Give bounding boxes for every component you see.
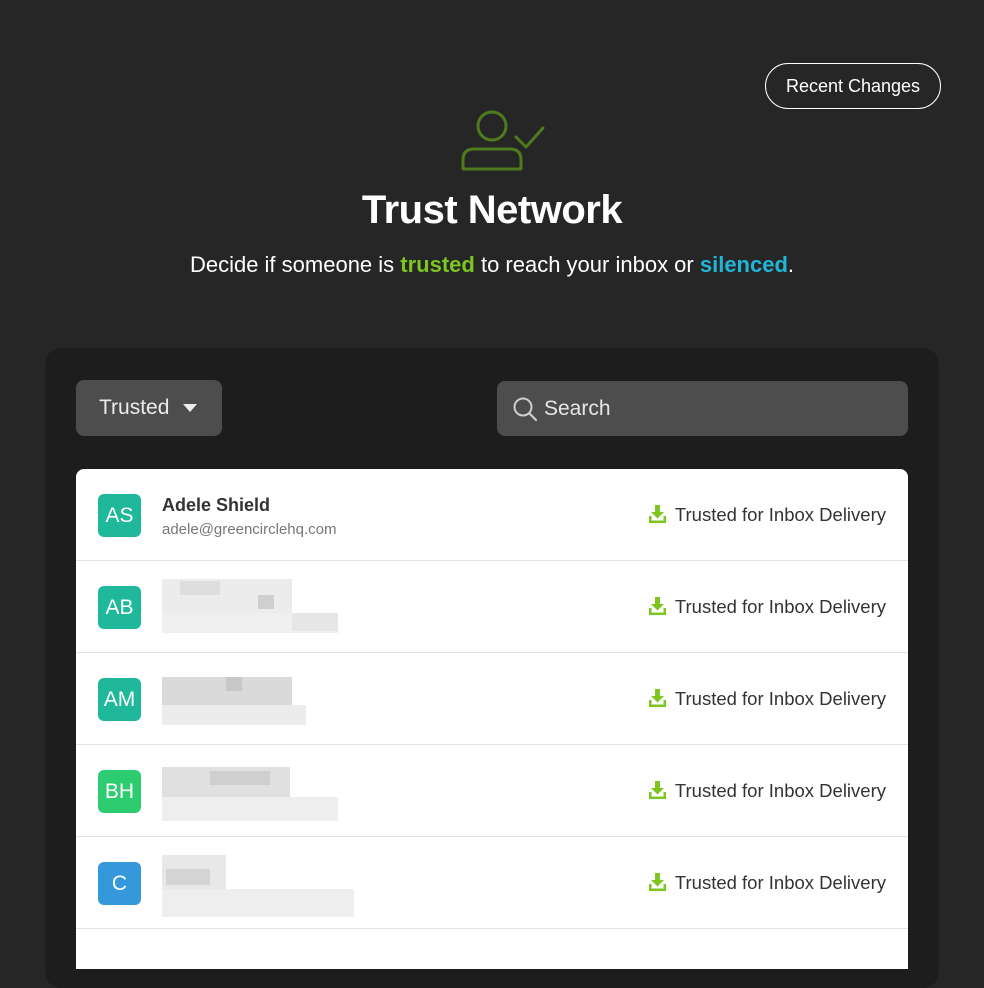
contact-row[interactable] [76, 929, 908, 969]
trust-status-label: Trusted for Inbox Delivery [674, 871, 886, 893]
avatar: C [98, 862, 141, 905]
page-subtitle: Decide if someone is trusted to reach yo… [189, 252, 795, 277]
avatar: AB [98, 586, 141, 629]
contact-row[interactable]: BH Trusted for Inbox Delivery [76, 745, 908, 837]
contact-name: Adele Shield [162, 495, 271, 515]
silenced-keyword: silenced [699, 252, 788, 277]
contact-list: AS Adele Shield adele@greencirclehq.com … [76, 469, 908, 969]
page-title: Trust Network [361, 188, 623, 232]
recent-changes-button[interactable]: Recent Changes [765, 63, 941, 109]
contact-row[interactable]: AB Trusted for Inbox Delivery [76, 561, 908, 653]
trust-status-label: Trusted for Inbox Delivery [674, 779, 886, 801]
trust-status-label: Trusted for Inbox Delivery [674, 503, 886, 525]
search-box[interactable] [497, 381, 908, 436]
search-icon [513, 397, 538, 421]
contact-row[interactable]: AM Trusted for Inbox Delivery [76, 653, 908, 745]
trust-status[interactable]: Trusted for Inbox Delivery [648, 561, 886, 652]
inbox-download-icon [648, 505, 666, 523]
search-input[interactable] [542, 395, 886, 422]
trust-status[interactable]: Trusted for Inbox Delivery [648, 745, 886, 836]
inbox-download-icon [648, 689, 666, 707]
avatar: AS [98, 494, 141, 537]
inbox-download-icon [648, 781, 666, 799]
contact-email: adele@greencirclehq.com [162, 521, 337, 538]
trusted-keyword: trusted [400, 252, 475, 277]
filter-selected-label: Trusted [99, 396, 170, 419]
user-check-icon [461, 110, 545, 171]
contact-row[interactable]: C Trusted for Inbox Delivery [76, 837, 908, 929]
contact-row[interactable]: AS Adele Shield adele@greencirclehq.com … [76, 469, 908, 561]
filter-dropdown[interactable]: Trusted [76, 380, 222, 436]
trust-status-label: Trusted for Inbox Delivery [674, 595, 886, 617]
caret-down-icon [183, 404, 198, 412]
inbox-download-icon [648, 597, 666, 615]
trust-status[interactable]: Trusted for Inbox Delivery [648, 469, 886, 560]
avatar: BH [98, 770, 141, 813]
trust-status[interactable]: Trusted for Inbox Delivery [648, 837, 886, 928]
inbox-download-icon [648, 873, 666, 891]
avatar: AM [98, 678, 141, 721]
trust-status-label: Trusted for Inbox Delivery [674, 687, 886, 709]
trust-status[interactable]: Trusted for Inbox Delivery [648, 653, 886, 744]
